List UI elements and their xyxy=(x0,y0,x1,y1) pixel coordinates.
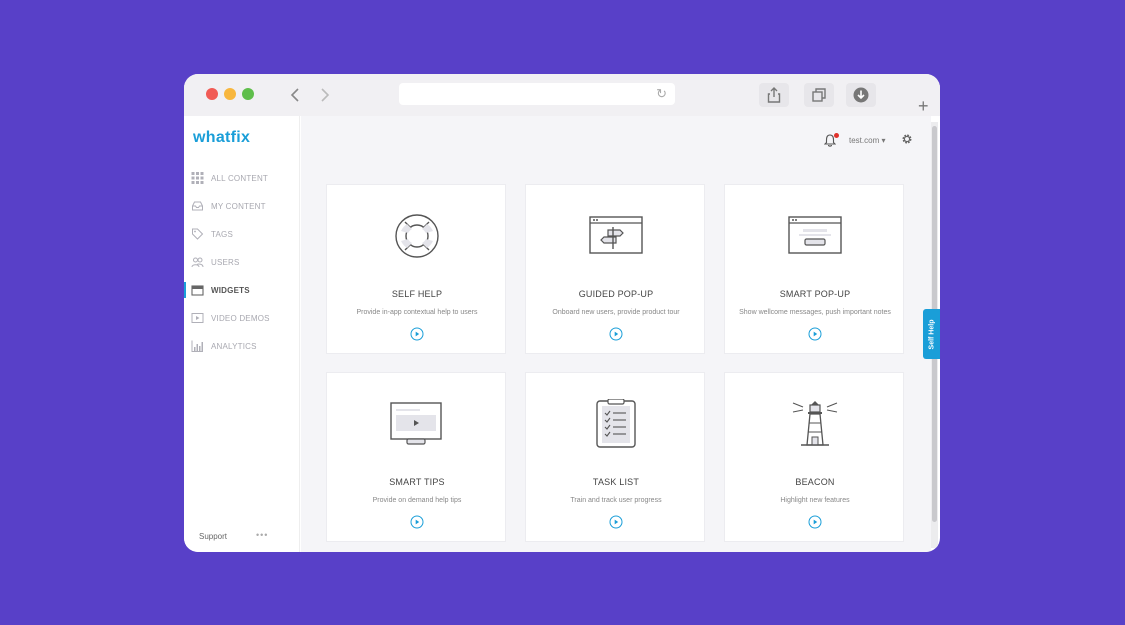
notification-badge xyxy=(834,133,839,138)
play-icon[interactable] xyxy=(609,515,623,529)
widget-description: Train and track user progress xyxy=(570,497,662,504)
new-tab-button[interactable]: + xyxy=(918,96,929,117)
forward-button[interactable] xyxy=(314,83,336,107)
browser-titlebar: ↻ + xyxy=(184,74,940,116)
chart-icon xyxy=(191,340,203,352)
video-icon xyxy=(191,313,204,323)
play-icon[interactable] xyxy=(808,515,822,529)
signpost-window-icon xyxy=(589,216,643,254)
widget-title: TASK LIST xyxy=(592,477,640,487)
browser-window: ↻ + whatfix ALL CONTENT MY CONTENT TAGS xyxy=(184,74,940,552)
sidebar-item-users[interactable]: USERS xyxy=(184,251,300,273)
chevron-down-icon: ▾ xyxy=(881,136,886,145)
widget-icon xyxy=(191,285,204,296)
sidebar-item-my-content[interactable]: MY CONTENT xyxy=(184,195,300,217)
sidebar-item-all-content[interactable]: ALL CONTENT xyxy=(184,167,300,189)
sidebar-item-label: ALL CONTENT xyxy=(211,173,269,183)
sidebar-item-label: WIDGETS xyxy=(211,285,250,295)
widget-description: Show wellcome messages, push important n… xyxy=(739,309,891,316)
maximize-window-button[interactable] xyxy=(242,88,254,100)
video-screen-icon xyxy=(390,402,442,445)
account-label: test.com xyxy=(849,136,880,145)
grid-icon xyxy=(191,172,204,184)
back-button[interactable] xyxy=(284,83,306,107)
lifebuoy-icon xyxy=(395,214,439,258)
lighthouse-icon xyxy=(792,401,838,446)
widget-description: Highlight new features xyxy=(780,497,850,504)
more-options-icon[interactable]: ••• xyxy=(256,530,268,540)
chevron-right-icon xyxy=(321,88,330,102)
chevron-left-icon xyxy=(290,88,299,102)
gear-icon[interactable] xyxy=(901,133,913,145)
users-icon xyxy=(191,257,204,268)
download-button[interactable] xyxy=(846,83,876,107)
sidebar-item-tags[interactable]: TAGS xyxy=(184,223,300,245)
sidebar-item-label: TAGS xyxy=(211,229,233,239)
support-link[interactable]: Support xyxy=(199,532,227,541)
address-bar[interactable]: ↻ xyxy=(399,83,675,105)
widget-title: SMART POP-UP xyxy=(779,289,851,299)
sidebar-item-video-demos[interactable]: VIDEO DEMOS xyxy=(184,307,300,329)
widget-title: SMART TIPS xyxy=(389,477,445,487)
widget-description: Provide on demand help tips xyxy=(372,497,462,504)
sidebar-item-label: VIDEO DEMOS xyxy=(211,313,270,323)
share-button[interactable] xyxy=(759,83,789,107)
widget-title: BEACON xyxy=(795,477,835,487)
play-icon[interactable] xyxy=(808,327,822,341)
play-icon[interactable] xyxy=(609,327,623,341)
minimize-window-button[interactable] xyxy=(224,88,236,100)
sidebar-item-label: USERS xyxy=(211,257,240,267)
tabs-button[interactable] xyxy=(804,83,834,107)
clipboard-checklist-icon xyxy=(596,399,636,448)
widget-card-self-help[interactable]: SELF HELP Provide in-app contextual help… xyxy=(326,184,506,354)
widget-title: SELF HELP xyxy=(391,289,443,299)
whatfix-logo[interactable]: whatfix xyxy=(193,129,250,147)
inbox-icon xyxy=(192,201,203,211)
self-help-tab-label: Self Help xyxy=(928,319,936,349)
reload-icon[interactable]: ↻ xyxy=(656,86,667,102)
sidebar: whatfix ALL CONTENT MY CONTENT TAGS USER… xyxy=(184,116,300,552)
close-window-button[interactable] xyxy=(206,88,218,100)
widget-card-smart-pop-up[interactable]: SMART POP-UP Show wellcome messages, pus… xyxy=(724,184,904,354)
sidebar-item-label: MY CONTENT xyxy=(211,201,266,211)
play-icon[interactable] xyxy=(410,327,424,341)
play-icon[interactable] xyxy=(410,515,424,529)
widget-description: Onboard new users, provide product tour xyxy=(552,309,680,316)
widget-card-beacon[interactable]: BEACON Highlight new features xyxy=(724,372,904,542)
account-dropdown[interactable]: test.com ▾ xyxy=(849,136,885,145)
tabs-icon xyxy=(812,88,826,102)
sidebar-item-label: ANALYTICS xyxy=(211,341,257,351)
widget-card-task-list[interactable]: TASK LIST Train and track user progress xyxy=(525,372,705,542)
self-help-tab[interactable]: Self Help xyxy=(923,309,940,359)
widget-card-smart-tips[interactable]: SMART TIPS Provide on demand help tips xyxy=(326,372,506,542)
share-icon xyxy=(767,87,781,103)
download-icon xyxy=(853,87,869,103)
widget-title: GUIDED POP-UP xyxy=(578,289,654,299)
widget-description: Provide in-app contextual help to users xyxy=(356,309,478,316)
tag-icon xyxy=(192,228,204,240)
popup-window-icon xyxy=(788,216,842,254)
widget-card-guided-pop-up[interactable]: GUIDED POP-UP Onboard new users, provide… xyxy=(525,184,705,354)
widgets-panel: test.com ▾ SELF HELP Provide in-app cont… xyxy=(301,116,931,552)
sidebar-item-widgets[interactable]: WIDGETS xyxy=(184,279,300,301)
sidebar-item-analytics[interactable]: ANALYTICS xyxy=(184,335,300,357)
